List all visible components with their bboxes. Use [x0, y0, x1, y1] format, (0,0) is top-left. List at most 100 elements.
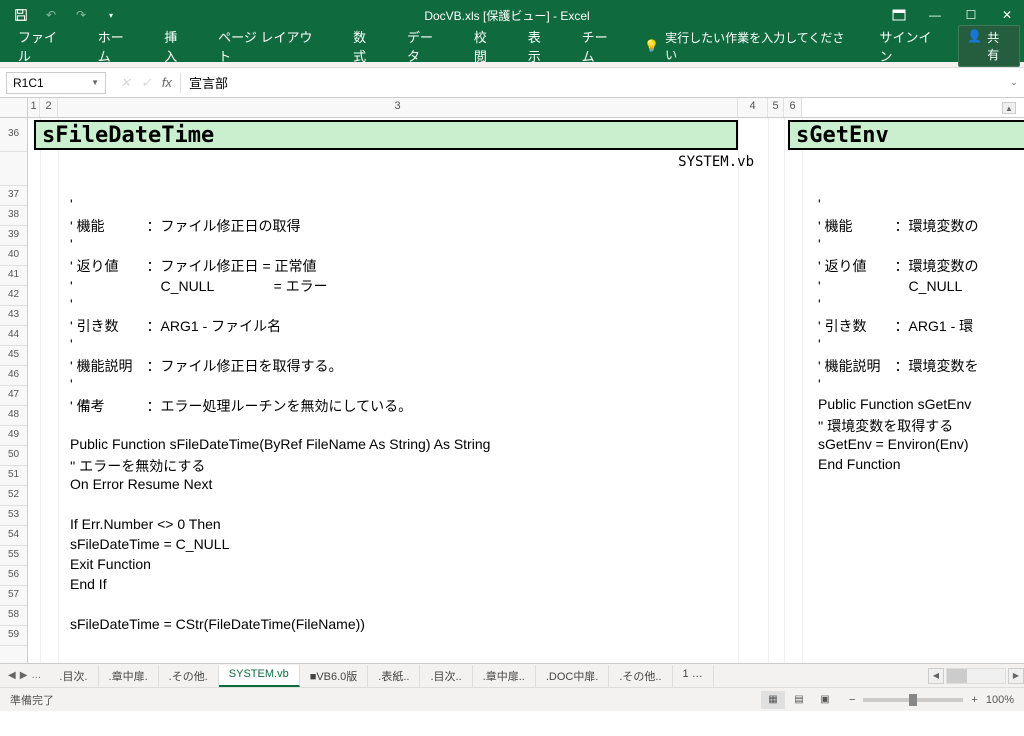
- code-line[interactable]: ' 機能説明 ：ファイル修正日を取得する。: [70, 356, 490, 376]
- sheet-tab[interactable]: .その他.: [159, 665, 219, 687]
- code-line[interactable]: ' 機能説明 ：環境変数を: [818, 356, 979, 376]
- view-pagebreak-button[interactable]: ▣: [813, 691, 837, 709]
- row-header[interactable]: 55: [0, 546, 27, 566]
- code-line[interactable]: ': [70, 336, 490, 356]
- code-line[interactable]: ': [818, 296, 979, 316]
- sheet-tab[interactable]: .DOC中扉.: [536, 665, 610, 687]
- code-line[interactable]: ' 返り値 ：環境変数の: [818, 256, 979, 276]
- hscroll-track[interactable]: [946, 668, 1006, 684]
- tab-nav-prev[interactable]: ◀: [8, 670, 16, 681]
- col-header[interactable]: 4: [738, 98, 768, 117]
- tab-nav-next[interactable]: ▶: [20, 670, 28, 681]
- section-title-right[interactable]: sGetEnv: [788, 120, 1024, 150]
- col-header[interactable]: 1: [28, 98, 40, 117]
- tab-file[interactable]: ファイル: [4, 21, 84, 71]
- sheet-tab[interactable]: .章中扉.: [99, 665, 159, 687]
- row-header[interactable]: 54: [0, 526, 27, 546]
- undo-button[interactable]: ↶: [38, 3, 64, 27]
- code-line[interactable]: ' 機能 ：ファイル修正日の取得: [70, 216, 490, 236]
- row-header[interactable]: 40: [0, 246, 27, 266]
- view-normal-button[interactable]: ▦: [761, 691, 785, 709]
- col-header[interactable]: 5: [768, 98, 784, 117]
- code-line[interactable]: ' 機能 ：環境変数の: [818, 216, 979, 236]
- code-line[interactable]: ': [818, 336, 979, 356]
- code-line[interactable]: On Error Resume Next: [70, 476, 490, 496]
- code-line[interactable]: ': [818, 376, 979, 396]
- hscroll-right[interactable]: ▶: [1008, 668, 1024, 684]
- code-line[interactable]: ' C_NULL: [818, 276, 979, 296]
- col-header[interactable]: 2: [40, 98, 58, 117]
- row-header[interactable]: 38: [0, 206, 27, 226]
- tab-review[interactable]: 校閲: [460, 21, 514, 71]
- code-line[interactable]: End If: [70, 576, 490, 596]
- section-title-left[interactable]: sFileDateTime: [34, 120, 738, 150]
- sheet-tab[interactable]: .その他..: [609, 665, 672, 687]
- code-line[interactable]: Exit Function: [70, 556, 490, 576]
- redo-button[interactable]: ↷: [68, 3, 94, 27]
- row-header[interactable]: 51: [0, 466, 27, 486]
- zoom-out-button[interactable]: −: [849, 694, 855, 706]
- tab-view[interactable]: 表示: [514, 21, 568, 71]
- zoom-in-button[interactable]: +: [971, 694, 977, 706]
- row-header[interactable]: [0, 152, 27, 186]
- row-header[interactable]: 43: [0, 306, 27, 326]
- row-header[interactable]: 41: [0, 266, 27, 286]
- formula-input[interactable]: 宣言部: [181, 73, 1004, 92]
- code-line[interactable]: [70, 596, 490, 616]
- code-line[interactable]: ': [818, 196, 979, 216]
- row-header[interactable]: 48: [0, 406, 27, 426]
- code-line[interactable]: ' 引き数 ：ARG1 - ファイル名: [70, 316, 490, 336]
- sheet-tab[interactable]: .目次..: [420, 665, 472, 687]
- tellme-search[interactable]: 💡実行したい作業を入力してください: [634, 23, 865, 69]
- tab-formulas[interactable]: 数式: [339, 21, 393, 71]
- code-line[interactable]: ' 引き数 ：ARG1 - 環: [818, 316, 979, 336]
- row-header[interactable]: 42: [0, 286, 27, 306]
- tab-pagelayout[interactable]: ページ レイアウト: [204, 21, 339, 71]
- code-line[interactable]: End Function: [818, 456, 979, 476]
- row-header[interactable]: 44: [0, 326, 27, 346]
- code-line[interactable]: ' 返り値 ：ファイル修正日 = 正常値: [70, 256, 490, 276]
- sheet-tab[interactable]: SYSTEM.vb: [219, 665, 300, 687]
- sheet-tab[interactable]: .表紙..: [368, 665, 420, 687]
- row-header[interactable]: 45: [0, 346, 27, 366]
- code-line[interactable]: Public Function sGetEnv: [818, 396, 979, 416]
- code-line[interactable]: [818, 176, 979, 196]
- code-line[interactable]: [70, 496, 490, 516]
- code-line[interactable]: ': [70, 296, 490, 316]
- code-line[interactable]: ': [70, 196, 490, 216]
- code-line[interactable]: ': [70, 376, 490, 396]
- zoom-level[interactable]: 100%: [986, 694, 1014, 706]
- row-header[interactable]: 53: [0, 506, 27, 526]
- sheet-tab[interactable]: .章中扉..: [473, 665, 536, 687]
- row-header[interactable]: 46: [0, 366, 27, 386]
- row-header[interactable]: 57: [0, 586, 27, 606]
- signin-link[interactable]: サインイン: [865, 21, 958, 71]
- code-line[interactable]: ' C_NULL = エラー: [70, 276, 490, 296]
- code-line[interactable]: sFileDateTime = CStr(FileDateTime(FileNa…: [70, 616, 490, 636]
- code-line[interactable]: [70, 416, 490, 436]
- row-header[interactable]: 58: [0, 606, 27, 626]
- code-line[interactable]: sFileDateTime = C_NULL: [70, 536, 490, 556]
- row-header[interactable]: 56: [0, 566, 27, 586]
- code-line[interactable]: ': [818, 236, 979, 256]
- enter-formula-icon[interactable]: ✓: [141, 75, 152, 91]
- sheet-tab[interactable]: .目次.: [49, 665, 98, 687]
- hscroll-left[interactable]: ◀: [928, 668, 944, 684]
- tab-insert[interactable]: 挿入: [150, 21, 204, 71]
- select-all-corner[interactable]: [0, 98, 28, 117]
- code-line[interactable]: '' 環境変数を取得する: [818, 416, 979, 436]
- code-line[interactable]: sGetEnv = Environ(Env): [818, 436, 979, 456]
- fx-icon[interactable]: fx: [162, 75, 172, 90]
- code-line[interactable]: [70, 176, 490, 196]
- col-header[interactable]: 6: [784, 98, 802, 117]
- row-header[interactable]: 36: [0, 118, 27, 152]
- row-header[interactable]: 47: [0, 386, 27, 406]
- tab-nav-more[interactable]: …: [31, 670, 41, 681]
- cancel-formula-icon[interactable]: ✕: [120, 75, 131, 91]
- expand-formula-icon[interactable]: ⌄: [1004, 77, 1024, 88]
- tab-team[interactable]: チーム: [568, 21, 634, 71]
- code-line[interactable]: '' エラーを無効にする: [70, 456, 490, 476]
- row-header[interactable]: 37: [0, 186, 27, 206]
- code-line[interactable]: Public Function sFileDateTime(ByRef File…: [70, 436, 490, 456]
- row-header[interactable]: 52: [0, 486, 27, 506]
